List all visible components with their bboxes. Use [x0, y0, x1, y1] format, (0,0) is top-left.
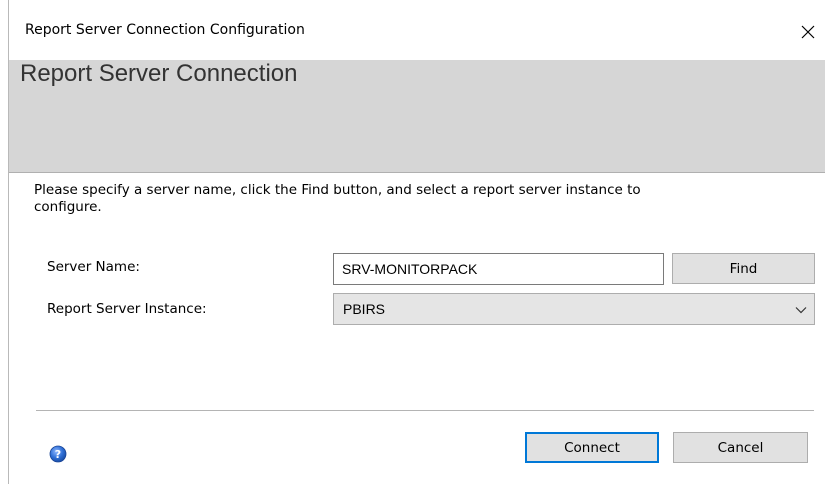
close-icon [801, 25, 815, 39]
server-name-label: Server Name: [47, 259, 140, 275]
window-title: Report Server Connection Configuration [25, 22, 305, 38]
title-bar: Report Server Connection Configuration [9, 0, 825, 60]
chevron-down-icon [795, 307, 807, 314]
close-button[interactable] [790, 14, 825, 50]
svg-text:?: ? [55, 448, 61, 461]
instructions-text: Please specify a server name, click the … [34, 182, 641, 215]
connect-button[interactable]: Connect [525, 432, 659, 463]
dialog-window: Report Server Connection Configuration R… [8, 0, 825, 484]
footer-divider [36, 410, 814, 411]
instance-label: Report Server Instance: [47, 301, 207, 317]
server-name-input[interactable] [333, 253, 664, 285]
cancel-button[interactable]: Cancel [673, 432, 808, 463]
help-icon[interactable]: ? [49, 445, 67, 463]
page-title: Report Server Connection [20, 60, 298, 87]
find-button[interactable]: Find [672, 253, 815, 284]
instance-select-value: PBIRS [343, 301, 386, 317]
instance-select[interactable]: PBIRS [333, 293, 815, 325]
